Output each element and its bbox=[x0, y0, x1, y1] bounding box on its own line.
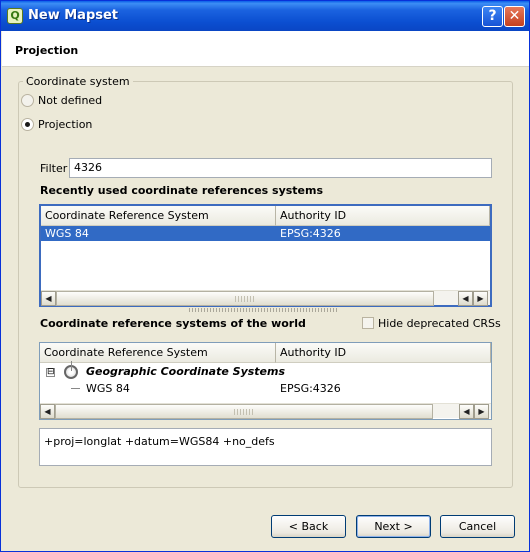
scroll-thumb[interactable] bbox=[55, 404, 433, 419]
next-button[interactable]: Next > bbox=[356, 515, 431, 538]
scroll-right-icon[interactable]: ▶ bbox=[474, 404, 489, 419]
column-header-crs[interactable]: Coordinate Reference System bbox=[40, 343, 276, 363]
projection-string-box[interactable]: +proj=longlat +datum=WGS84 +no_defs bbox=[39, 428, 492, 466]
back-button[interactable]: < Back bbox=[271, 515, 346, 538]
radio-button[interactable] bbox=[21, 94, 34, 107]
column-header-authority[interactable]: Authority ID bbox=[276, 206, 490, 226]
horizontal-scrollbar[interactable]: ◀ ◀ ▶ bbox=[40, 403, 491, 419]
help-button[interactable]: ? bbox=[482, 6, 503, 27]
authority-id-cell: EPSG:4326 bbox=[280, 227, 341, 240]
column-header-crs[interactable]: Coordinate Reference System bbox=[41, 206, 276, 226]
scroll-left-icon[interactable]: ◀ bbox=[41, 291, 56, 306]
radio-label: Projection bbox=[38, 118, 93, 131]
close-button[interactable]: ✕ bbox=[504, 6, 525, 27]
scroll-left-icon[interactable]: ◀ bbox=[459, 404, 474, 419]
qgis-icon: Q bbox=[7, 8, 23, 24]
collapse-icon[interactable]: ⊟ bbox=[46, 368, 55, 377]
tree-connector bbox=[71, 388, 80, 389]
radio-label: Not defined bbox=[38, 94, 103, 107]
tree-connector bbox=[71, 361, 72, 371]
page-title: Projection bbox=[15, 44, 79, 57]
column-header-authority[interactable]: Authority ID bbox=[276, 343, 491, 363]
table-row[interactable]: WGS 84 EPSG:4326 bbox=[41, 226, 490, 241]
scroll-left-icon[interactable]: ◀ bbox=[40, 404, 55, 419]
filter-label: Filter bbox=[40, 162, 68, 175]
recent-crs-title: Recently used coordinate references syst… bbox=[40, 184, 324, 197]
crs-name-cell: WGS 84 bbox=[86, 382, 130, 395]
scroll-left-icon[interactable]: ◀ bbox=[458, 291, 473, 306]
new-mapset-dialog: Q New Mapset ? ✕ Projection Coordinate s… bbox=[0, 0, 530, 552]
hide-deprecated-checkbox[interactable] bbox=[362, 317, 374, 329]
tree-group-label: Geographic Coordinate Systems bbox=[86, 365, 286, 378]
title-bar[interactable]: Q New Mapset ? ✕ bbox=[1, 1, 529, 31]
table-row[interactable]: WGS 84 EPSG:4326 bbox=[40, 381, 491, 397]
filter-input[interactable]: 4326 bbox=[69, 158, 492, 178]
world-crs-table[interactable]: Coordinate Reference System Authority ID… bbox=[39, 342, 492, 420]
recent-crs-table[interactable]: Coordinate Reference System Authority ID… bbox=[39, 204, 492, 307]
group-legend: Coordinate system bbox=[23, 75, 133, 88]
horizontal-scrollbar[interactable]: ◀ ◀ ▶ bbox=[41, 290, 490, 306]
radio-button[interactable] bbox=[21, 118, 34, 131]
scroll-thumb[interactable] bbox=[56, 291, 434, 306]
scroll-right-icon[interactable]: ▶ bbox=[473, 291, 488, 306]
wizard-header: Projection bbox=[2, 31, 529, 67]
window-title: New Mapset bbox=[28, 8, 119, 23]
crs-name-cell: WGS 84 bbox=[45, 227, 89, 240]
cancel-button[interactable]: Cancel bbox=[440, 515, 515, 538]
world-crs-title: Coordinate reference systems of the worl… bbox=[40, 317, 306, 330]
splitter-handle[interactable] bbox=[189, 308, 339, 312]
authority-id-cell: EPSG:4326 bbox=[280, 382, 341, 395]
hide-deprecated-label: Hide deprecated CRSs bbox=[378, 317, 501, 330]
tree-group-row[interactable]: ⊟ Geographic Coordinate Systems bbox=[40, 363, 491, 382]
